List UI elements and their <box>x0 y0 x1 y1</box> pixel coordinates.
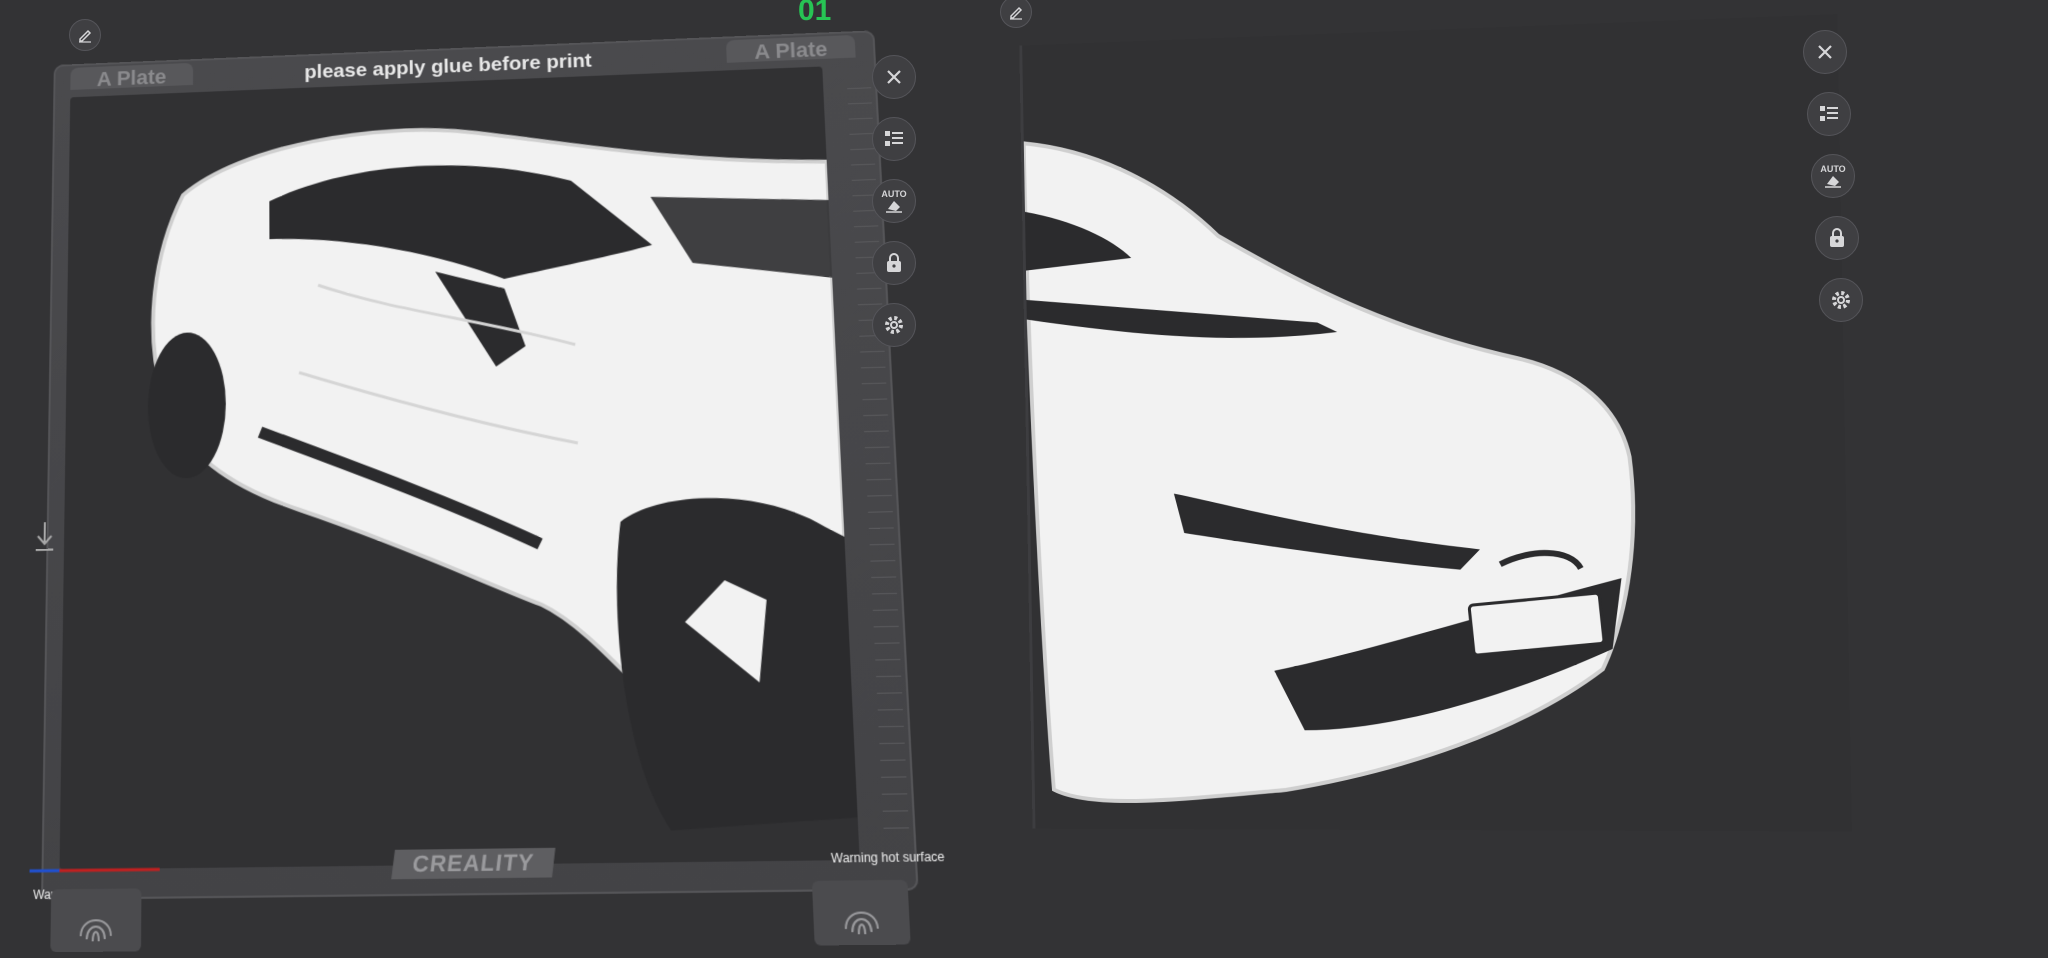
edit-plate-1-icon[interactable] <box>69 19 101 51</box>
build-plate-1[interactable]: A Plate A Plate please apply glue before… <box>41 30 919 900</box>
close-icon[interactable] <box>872 55 916 99</box>
lock-icon[interactable] <box>1815 216 1859 260</box>
settings-icon[interactable] <box>872 303 916 347</box>
plate-number: 01 <box>798 0 831 28</box>
plate-1-toolbar: AUTO <box>872 55 916 347</box>
lock-icon[interactable] <box>872 241 916 285</box>
fingerprint-icon <box>50 888 141 952</box>
plate-1-bed[interactable] <box>60 66 860 869</box>
car-side-model[interactable] <box>60 66 860 869</box>
car-front-model[interactable] <box>1022 14 1852 831</box>
warning-right: Warning hot surface <box>831 849 945 865</box>
edit-plate-2-icon[interactable] <box>1000 0 1032 28</box>
brand-logo: CREALITY <box>391 848 555 879</box>
z-offset-icon <box>33 520 57 561</box>
settings-icon[interactable] <box>1819 278 1863 322</box>
auto-orient-icon[interactable]: AUTO <box>872 179 916 223</box>
close-icon[interactable] <box>1803 30 1847 74</box>
plate-2-toolbar: AUTO <box>1803 30 1863 322</box>
build-plate-2[interactable] <box>1019 14 1852 831</box>
plate-foot-left <box>50 888 141 952</box>
auto-orient-icon[interactable]: AUTO <box>1811 154 1855 198</box>
axis-indicator <box>29 861 169 881</box>
arrange-icon[interactable] <box>872 117 916 161</box>
arrange-icon[interactable] <box>1807 92 1851 136</box>
